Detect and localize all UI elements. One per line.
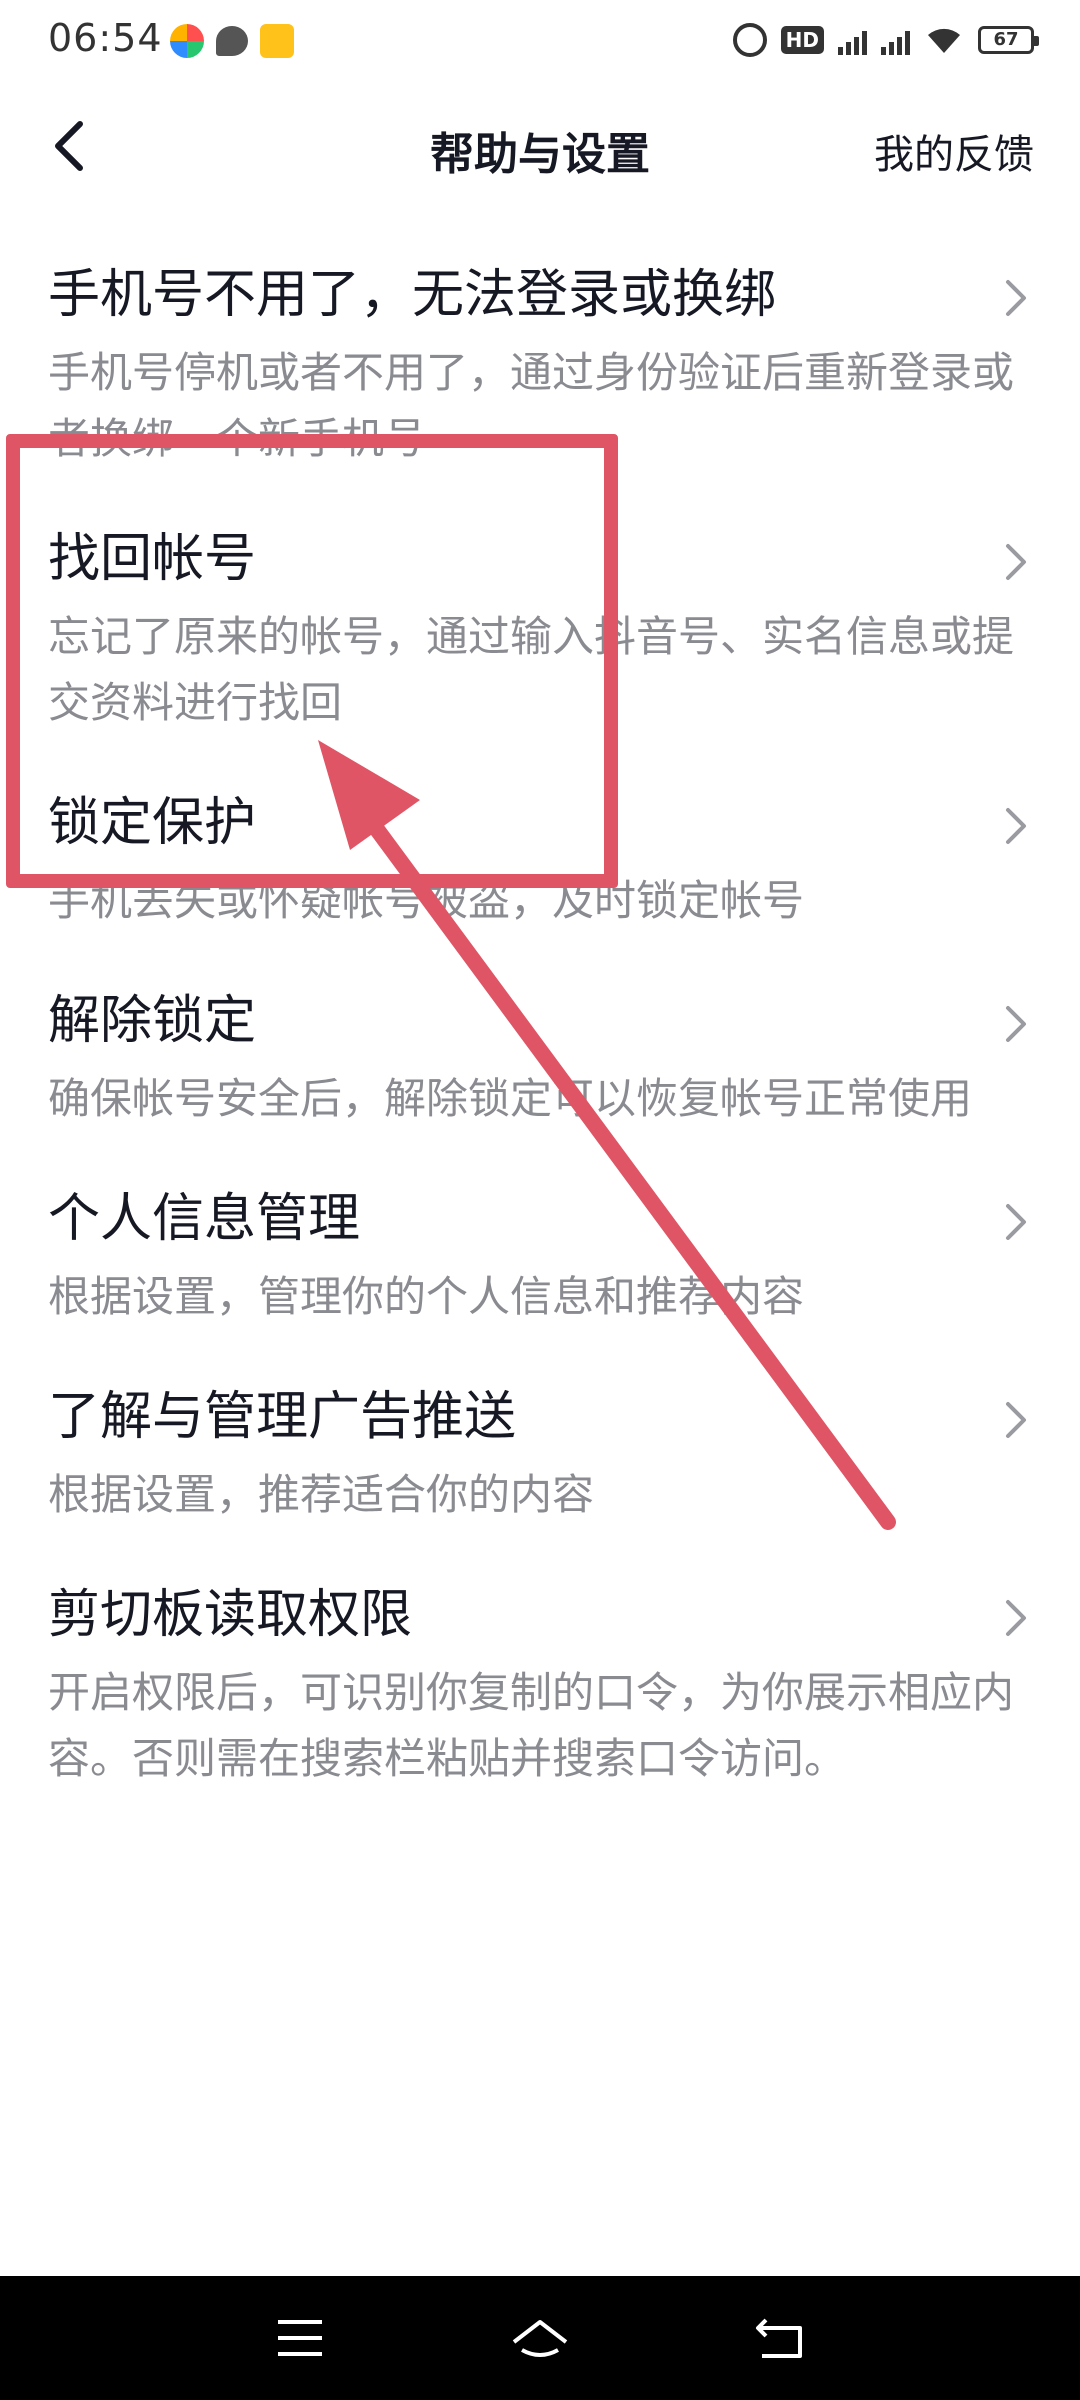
chevron-right-icon [996,996,1036,1052]
signal-5g-icon [881,20,910,60]
list-item-clipboard-permission[interactable]: 剪切板读取权限 开启权限后，可识别你复制的口令，为你展示相应内容。否则需在搜索栏… [0,1528,1080,1792]
hd-icon: HD [780,20,824,60]
notification-icons [170,24,294,58]
menu-icon [278,2320,322,2356]
alarm-icon [732,20,767,60]
signal-icon [838,20,867,60]
swirl-app-icon [170,24,204,58]
item-title: 了解与管理广告推送 [48,1387,517,1447]
header: 帮助与设置 我的反馈 [0,84,1080,208]
wifi-icon [924,25,964,55]
chevron-right-icon [996,1194,1036,1250]
my-feedback-link[interactable]: 我的反馈 [874,122,1034,180]
item-title: 剪切板读取权限 [48,1585,413,1645]
back-nav-button[interactable] [740,2298,820,2378]
item-description: 开启权限后，可识别你复制的口令，为你展示相应内容。否则需在搜索栏粘贴并搜索口令访… [48,1668,1015,1783]
status-bar: 06:54 HD 67 [0,0,1080,84]
item-title: 手机号不用了，无法登录或换绑 [48,265,777,325]
chevron-right-icon [996,798,1036,854]
home-icon [512,2320,568,2357]
battery-icon: 67 [978,20,1039,60]
chevron-right-icon [996,534,1036,590]
item-description: 根据设置，推荐适合你的内容 [48,1470,595,1519]
list-item-phone-unavailable[interactable]: 手机号不用了，无法登录或换绑 手机号停机或者不用了，通过身份验证后重新登录或者换… [0,208,1080,472]
chevron-right-icon [996,1590,1036,1646]
chevron-right-icon [996,1392,1036,1448]
system-nav-bar [0,2276,1080,2400]
status-time: 06:54 [48,16,163,60]
item-title: 解除锁定 [48,991,257,1051]
item-description: 根据设置，管理你的个人信息和推荐内容 [48,1272,805,1321]
list-item-ad-management[interactable]: 了解与管理广告推送 根据设置，推荐适合你的内容 [0,1330,1080,1528]
annotation-highlight-box [6,434,618,888]
return-icon [756,2318,802,2358]
list-item-unlock[interactable]: 解除锁定 确保帐号安全后，解除锁定可以恢复帐号正常使用 [0,934,1080,1132]
list-item-personal-info[interactable]: 个人信息管理 根据设置，管理你的个人信息和推荐内容 [0,1132,1080,1330]
system-icons: HD 67 [732,20,1039,60]
chevron-right-icon [996,270,1036,326]
mail-icon [260,24,294,58]
screen: 06:54 HD 67 帮助与设置 我的反馈 手机号不用了，无法登录或换绑 手机… [0,0,1080,2400]
item-description: 确保帐号安全后，解除锁定可以恢复帐号正常使用 [48,1074,973,1123]
menu-nav-button[interactable] [260,2298,340,2378]
home-nav-button[interactable] [500,2298,580,2378]
chat-icon [216,26,248,56]
item-title: 个人信息管理 [48,1189,361,1249]
